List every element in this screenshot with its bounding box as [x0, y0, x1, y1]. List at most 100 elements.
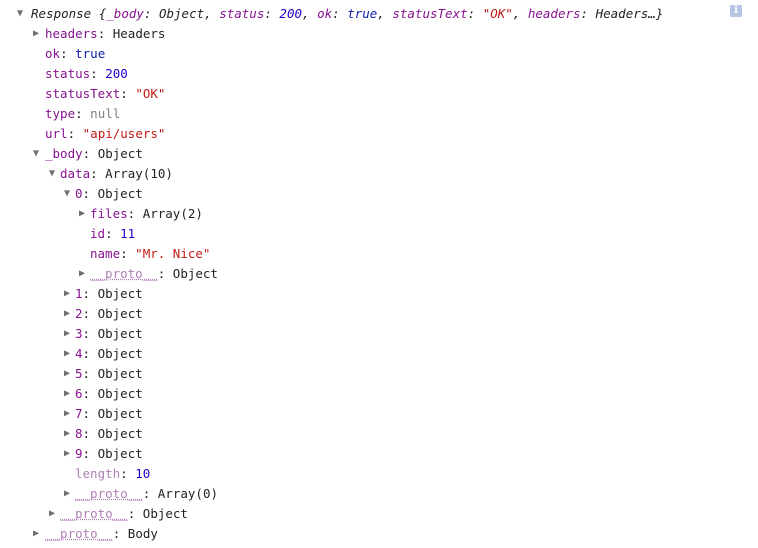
property-key: status: [45, 66, 91, 81]
property-key: data: [60, 166, 91, 181]
collapsed-triangle-icon[interactable]: ▶: [30, 24, 42, 44]
summary-status-value: 200: [279, 6, 302, 21]
property-value: Object: [97, 446, 143, 461]
property-value: 10: [135, 466, 151, 481]
collapsed-triangle-icon[interactable]: ▶: [61, 344, 73, 364]
collapsed-triangle-icon[interactable]: ▶: [61, 324, 73, 344]
tree-row-data[interactable]: ▼ data: Array(10): [0, 164, 758, 184]
tree-row-statustext: statusText: "OK": [45, 86, 166, 101]
tree-row-item-3[interactable]: ▶ 3: Object: [0, 324, 758, 344]
collapsed-triangle-icon[interactable]: ▶: [61, 364, 73, 384]
tree-row-length: length: 10: [75, 466, 151, 481]
property-key: id: [90, 226, 106, 241]
property-key: _body: [45, 146, 83, 161]
tree-row-item-7[interactable]: ▶ 7: Object: [0, 404, 758, 424]
tree-row-item-6[interactable]: ▶ 6: Object: [0, 384, 758, 404]
expanded-triangle-icon[interactable]: ▼: [14, 4, 26, 24]
property-key: 7: [75, 406, 83, 421]
property-key: __proto__: [75, 486, 143, 501]
property-value: Object: [97, 346, 143, 361]
property-key: type: [45, 106, 76, 121]
tree-row-name: name: "Mr. Nice": [90, 246, 211, 261]
tree-row-item-9[interactable]: ▶ 9: Object: [0, 444, 758, 464]
property-value: Body: [127, 526, 158, 541]
summary-ok-key: ok: [317, 6, 333, 21]
collapsed-triangle-icon[interactable]: ▶: [30, 524, 42, 544]
property-key: 2: [75, 306, 83, 321]
property-key: 4: [75, 346, 83, 361]
property-key: 8: [75, 426, 83, 441]
summary-close-brace: }: [655, 6, 664, 21]
property-key: ok: [45, 46, 61, 61]
collapsed-triangle-icon[interactable]: ▶: [76, 204, 88, 224]
response-summary: Response {_body: Object, status: 200, ok…: [31, 6, 664, 21]
property-value: Object: [97, 326, 143, 341]
collapsed-triangle-icon[interactable]: ▶: [61, 424, 73, 444]
collapsed-triangle-icon[interactable]: ▶: [46, 504, 58, 524]
property-value: Array(0): [157, 486, 219, 501]
tree-row-item-1[interactable]: ▶ 1: Object: [0, 284, 758, 304]
tree-row-item-5[interactable]: ▶ 5: Object: [0, 364, 758, 384]
summary-body-value: Object: [158, 6, 205, 21]
property-value: "api/users": [82, 126, 166, 141]
collapsed-triangle-icon[interactable]: ▶: [61, 304, 73, 324]
tree-row-id: id: 11: [90, 226, 136, 241]
property-key: files: [90, 206, 128, 221]
tree-row-body[interactable]: ▼ _body: Object: [0, 144, 758, 164]
tree-row-ok: ok: true: [45, 46, 106, 61]
property-value: Object: [97, 306, 143, 321]
tree-row-proto-item0[interactable]: ▶ __proto__: Object: [0, 264, 758, 284]
tree-row-item-8[interactable]: ▶ 8: Object: [0, 424, 758, 444]
property-key: 3: [75, 326, 83, 341]
property-value: Array(10): [105, 166, 173, 181]
info-icon[interactable]: i: [730, 5, 742, 17]
property-value: true: [75, 46, 106, 61]
property-value: Object: [97, 286, 143, 301]
property-key: 1: [75, 286, 83, 301]
collapsed-triangle-icon[interactable]: ▶: [76, 264, 88, 284]
property-key: 5: [75, 366, 83, 381]
summary-statustext-key: statusText: [392, 6, 468, 21]
response-summary-row[interactable]: ▼ Response {_body: Object, status: 200, …: [0, 4, 758, 24]
tree-row-proto-array[interactable]: ▶ __proto__: Array(0): [0, 484, 758, 504]
property-value: Object: [172, 266, 218, 281]
tree-row-type: type: null: [45, 106, 121, 121]
property-value: Object: [97, 366, 143, 381]
summary-status-key: status: [219, 6, 265, 21]
collapsed-triangle-icon[interactable]: ▶: [61, 284, 73, 304]
tree-row-item-2[interactable]: ▶ 2: Object: [0, 304, 758, 324]
property-key: url: [45, 126, 68, 141]
tree-row-item-4[interactable]: ▶ 4: Object: [0, 344, 758, 364]
tree-row-item-0[interactable]: ▼ 0: Object: [0, 184, 758, 204]
property-value: Object: [97, 186, 143, 201]
property-value: Object: [97, 426, 143, 441]
tree-row-status: status: 200: [45, 66, 128, 81]
tree-row-proto-response[interactable]: ▶ __proto__: Body: [0, 524, 758, 544]
property-key: statusText: [45, 86, 121, 101]
console-object-tree: ▼ Response {_body: Object, status: 200, …: [0, 4, 758, 544]
property-key: __proto__: [60, 506, 128, 521]
property-key: 6: [75, 386, 83, 401]
tree-row-files[interactable]: ▶ files: Array(2): [0, 204, 758, 224]
collapsed-triangle-icon[interactable]: ▶: [61, 384, 73, 404]
tree-row-headers[interactable]: ▶ headers: Headers: [0, 24, 758, 44]
collapsed-triangle-icon[interactable]: ▶: [61, 444, 73, 464]
property-key: 0: [75, 186, 83, 201]
property-value: Object: [97, 406, 143, 421]
property-key: headers: [45, 26, 98, 41]
property-key: 9: [75, 446, 83, 461]
expanded-triangle-icon[interactable]: ▼: [46, 164, 58, 184]
expanded-triangle-icon[interactable]: ▼: [30, 144, 42, 164]
property-value: 200: [105, 66, 128, 81]
property-value: Object: [142, 506, 188, 521]
expanded-triangle-icon[interactable]: ▼: [61, 184, 73, 204]
property-value: null: [90, 106, 121, 121]
tree-row-proto-body-object[interactable]: ▶ __proto__: Object: [0, 504, 758, 524]
property-key: name: [90, 246, 121, 261]
property-value: Object: [97, 146, 143, 161]
property-key: __proto__: [45, 526, 113, 541]
collapsed-triangle-icon[interactable]: ▶: [61, 484, 73, 504]
summary-headers-value: Headers…: [595, 6, 656, 21]
collapsed-triangle-icon[interactable]: ▶: [61, 404, 73, 424]
property-value: Object: [97, 386, 143, 401]
